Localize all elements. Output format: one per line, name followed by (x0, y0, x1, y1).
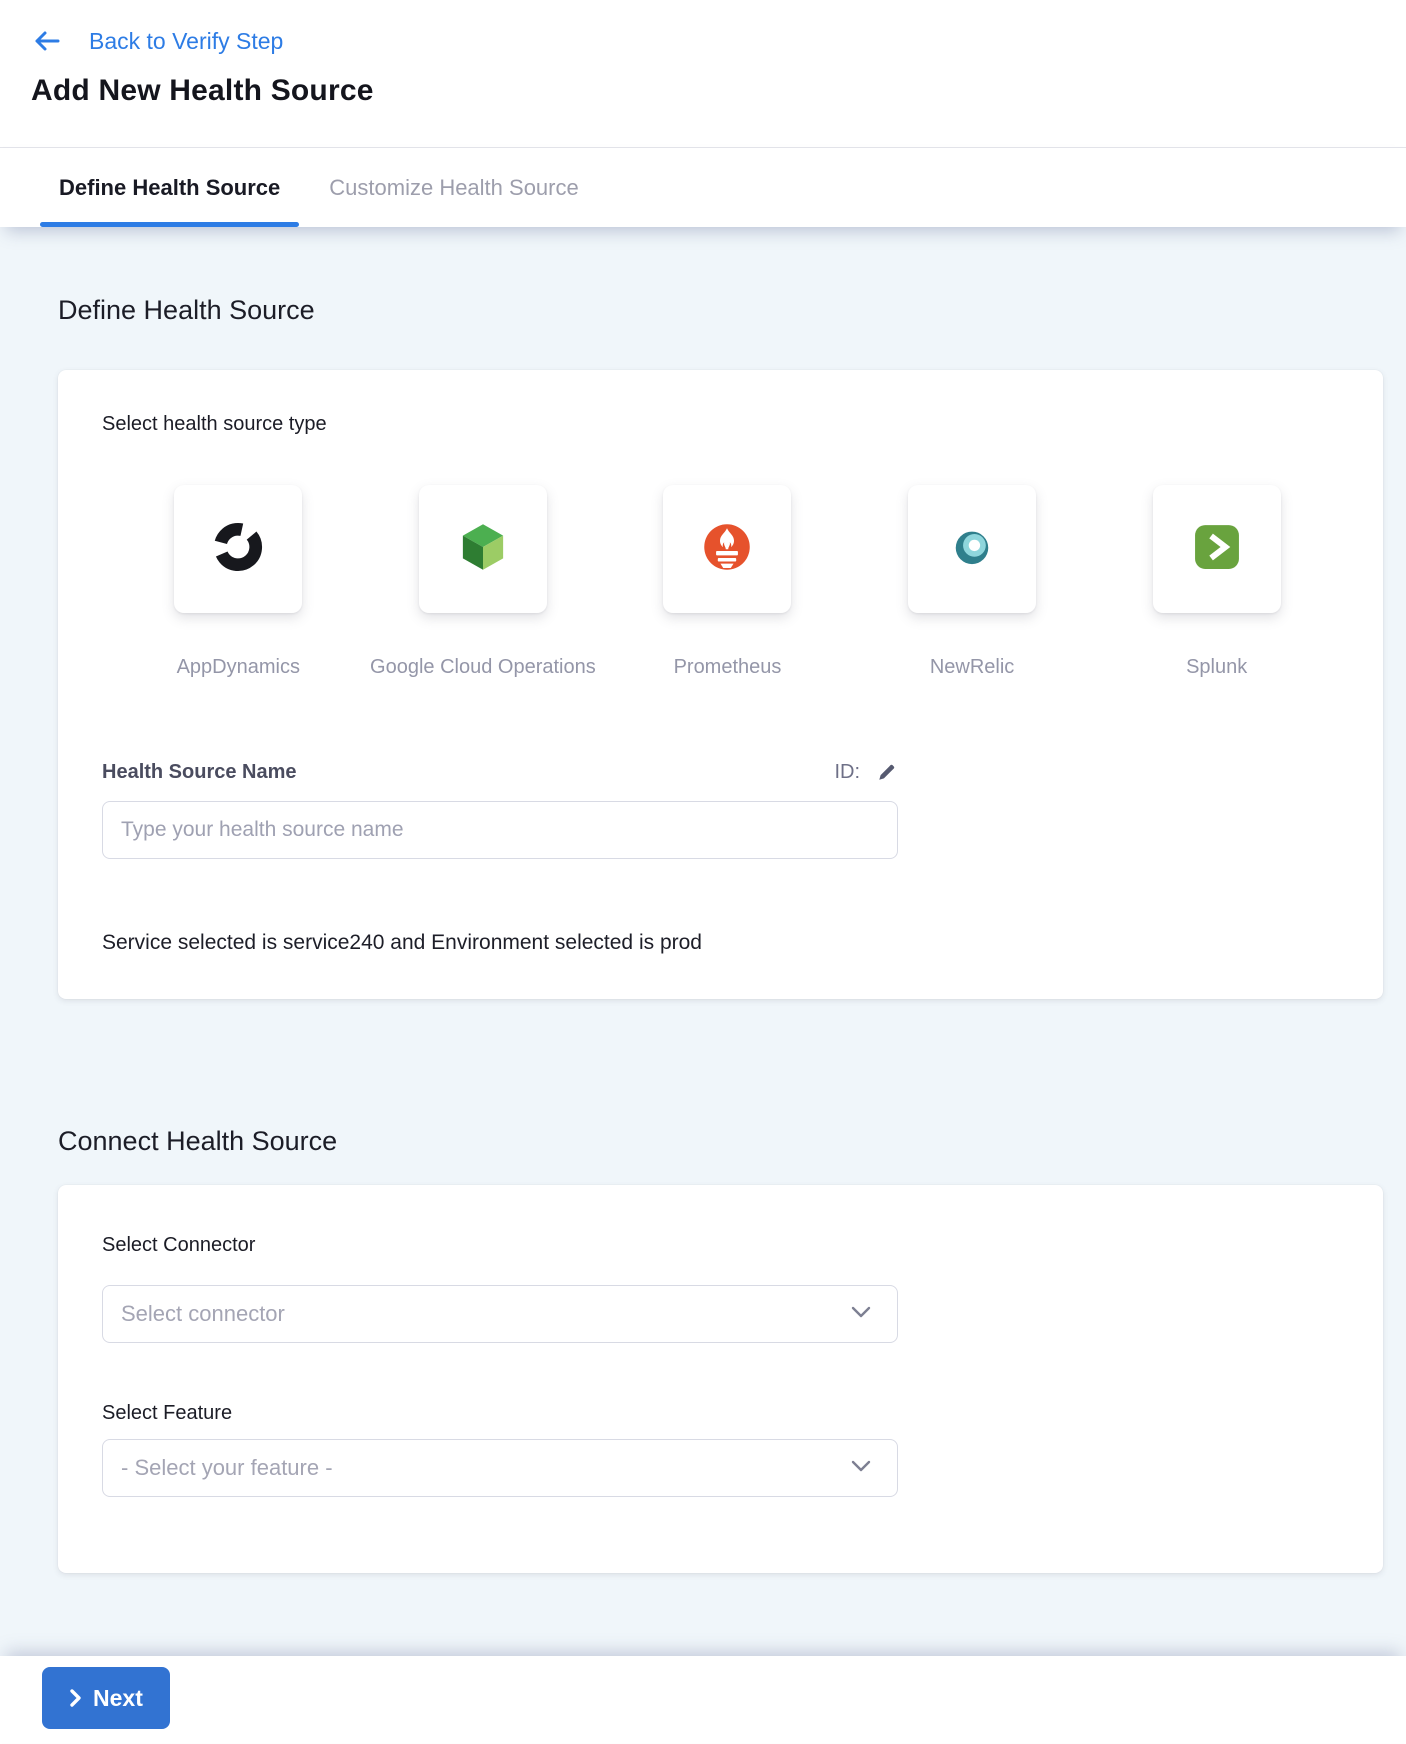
tab-customize-health-source[interactable]: Customize Health Source (329, 148, 578, 227)
health-source-name-label: Health Source Name (102, 761, 297, 784)
page-title: Add New Health Source (31, 74, 1406, 108)
main-content: Define Health Source Select health sourc… (0, 227, 1406, 1656)
define-section-heading: Define Health Source (58, 227, 1383, 326)
health-source-name-input[interactable] (102, 801, 898, 859)
tile-newrelic: NewRelic (850, 485, 1095, 679)
tile-appdynamics: AppDynamics (116, 485, 361, 679)
next-button[interactable]: Next (42, 1667, 170, 1729)
chevron-down-icon (851, 1305, 871, 1323)
page-header: Back to Verify Step Add New Health Sourc… (0, 0, 1406, 148)
health-source-tiles: AppDynamics Google Cloud Operations (116, 485, 1339, 679)
tile-label: NewRelic (930, 655, 1014, 679)
prometheus-tile[interactable] (663, 485, 791, 613)
footer-bar: Next (0, 1656, 1406, 1743)
feature-select[interactable]: - Select your feature - (102, 1439, 898, 1497)
health-source-name-row: Health Source Name ID: (102, 757, 898, 787)
prometheus-icon (699, 519, 755, 580)
connect-section-heading: Connect Health Source (58, 999, 1383, 1157)
chevron-down-icon (851, 1459, 871, 1477)
connector-select-placeholder: Select connector (121, 1301, 285, 1327)
select-connector-label: Select Connector (102, 1233, 1339, 1257)
tile-label: Prometheus (674, 655, 782, 679)
tile-google-cloud-operations: Google Cloud Operations (361, 485, 606, 679)
appdynamics-icon (211, 520, 265, 579)
newrelic-tile[interactable] (908, 485, 1036, 613)
feature-select-placeholder: - Select your feature - (121, 1455, 333, 1481)
back-row: Back to Verify Step (31, 24, 1406, 58)
service-environment-note: Service selected is service240 and Envir… (102, 931, 1339, 955)
select-type-label: Select health source type (102, 412, 1339, 436)
appdynamics-tile[interactable] (174, 485, 302, 613)
tile-label: AppDynamics (177, 655, 300, 679)
tab-define-health-source[interactable]: Define Health Source (59, 148, 280, 227)
tile-splunk: Splunk (1094, 485, 1339, 679)
tile-prometheus: Prometheus (605, 485, 850, 679)
connector-select[interactable]: Select connector (102, 1285, 898, 1343)
tile-label: Splunk (1186, 655, 1247, 679)
id-wrap: ID: (834, 761, 898, 784)
select-feature-label: Select Feature (102, 1401, 1339, 1425)
id-label: ID: (834, 761, 860, 784)
tile-label: Google Cloud Operations (370, 655, 596, 679)
newrelic-icon (946, 521, 998, 578)
google-cloud-operations-tile[interactable] (419, 485, 547, 613)
splunk-icon (1190, 520, 1244, 579)
back-to-verify-link[interactable]: Back to Verify Step (89, 28, 283, 55)
back-arrow-icon[interactable] (33, 28, 61, 54)
tab-bar: Define Health Source Customize Health So… (0, 148, 1406, 227)
edit-id-pencil-icon[interactable] (876, 761, 898, 783)
next-button-label: Next (93, 1685, 143, 1712)
connect-card: Select Connector Select connector Select… (58, 1185, 1383, 1573)
chevron-right-icon (69, 1688, 82, 1708)
google-cloud-operations-icon (455, 519, 511, 580)
splunk-tile[interactable] (1153, 485, 1281, 613)
define-card: Select health source type AppDynamics (58, 370, 1383, 999)
